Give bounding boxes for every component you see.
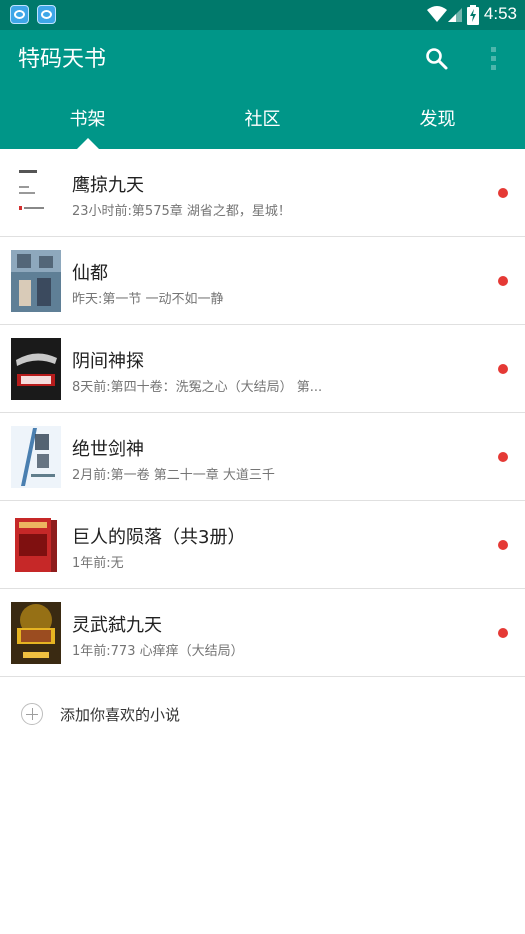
battery-charging-icon [467, 5, 479, 25]
book-latest-chapter: 1年前:773 心痒痒（大结局） [72, 644, 244, 659]
book-latest-chapter: 1年前:无 [72, 556, 124, 571]
unread-badge [498, 364, 508, 374]
book-row[interactable]: 鹰掠九天 23小时前:第575章 湖省之都，星城！ [0, 149, 525, 237]
app-bar: 特码天书 [0, 30, 525, 86]
status-time: 4:53 [483, 4, 517, 23]
book-cover [11, 162, 61, 224]
wifi-icon [427, 6, 447, 22]
status-bar: 4:53 [0, 0, 525, 30]
book-title: 鹰掠九天 [72, 175, 144, 196]
tab-discover[interactable]: 发现 [350, 86, 525, 149]
notification-app-icon [10, 5, 29, 24]
signal-icon [448, 8, 462, 22]
search-icon[interactable] [424, 46, 450, 72]
book-title: 绝世剑神 [72, 439, 144, 460]
book-row[interactable]: 阴间神探 8天前:第四十卷：洗冤之心（大结局） 第... [0, 325, 525, 413]
book-title: 灵武弑九天 [72, 615, 162, 636]
add-circle-icon [21, 703, 43, 725]
book-title: 巨人的陨落（共3册） [72, 527, 246, 548]
add-book-button[interactable]: 添加你喜欢的小说 [0, 681, 525, 745]
notification-app-icon [37, 5, 56, 24]
book-row[interactable]: 绝世剑神 2月前:第一卷 第二十一章 大道三千 [0, 413, 525, 501]
book-row[interactable]: 仙都 昨天:第一节 一动不如一静 [0, 237, 525, 325]
book-title: 仙都 [72, 263, 108, 284]
book-latest-chapter: 2月前:第一卷 第二十一章 大道三千 [72, 468, 275, 483]
book-cover [11, 338, 61, 400]
unread-badge [498, 628, 508, 638]
app-title: 特码天书 [18, 47, 107, 72]
book-latest-chapter: 昨天:第一节 一动不如一静 [72, 292, 224, 307]
more-vert-icon[interactable] [482, 44, 506, 72]
book-cover [11, 602, 61, 664]
book-cover [11, 426, 61, 488]
unread-badge [498, 276, 508, 286]
tab-community[interactable]: 社区 [175, 86, 350, 149]
book-list: 鹰掠九天 23小时前:第575章 湖省之都，星城！ 仙都 昨天:第一节 一动不如… [0, 149, 525, 677]
book-cover [11, 514, 61, 576]
unread-badge [498, 540, 508, 550]
unread-badge [498, 452, 508, 462]
book-title: 阴间神探 [72, 351, 144, 372]
book-row[interactable]: 巨人的陨落（共3册） 1年前:无 [0, 501, 525, 589]
book-row[interactable]: 灵武弑九天 1年前:773 心痒痒（大结局） [0, 589, 525, 677]
book-cover [11, 250, 61, 312]
add-book-label: 添加你喜欢的小说 [60, 706, 181, 724]
book-latest-chapter: 8天前:第四十卷：洗冤之心（大结局） 第... [72, 380, 323, 395]
unread-badge [498, 188, 508, 198]
book-latest-chapter: 23小时前:第575章 湖省之都，星城！ [72, 204, 291, 219]
